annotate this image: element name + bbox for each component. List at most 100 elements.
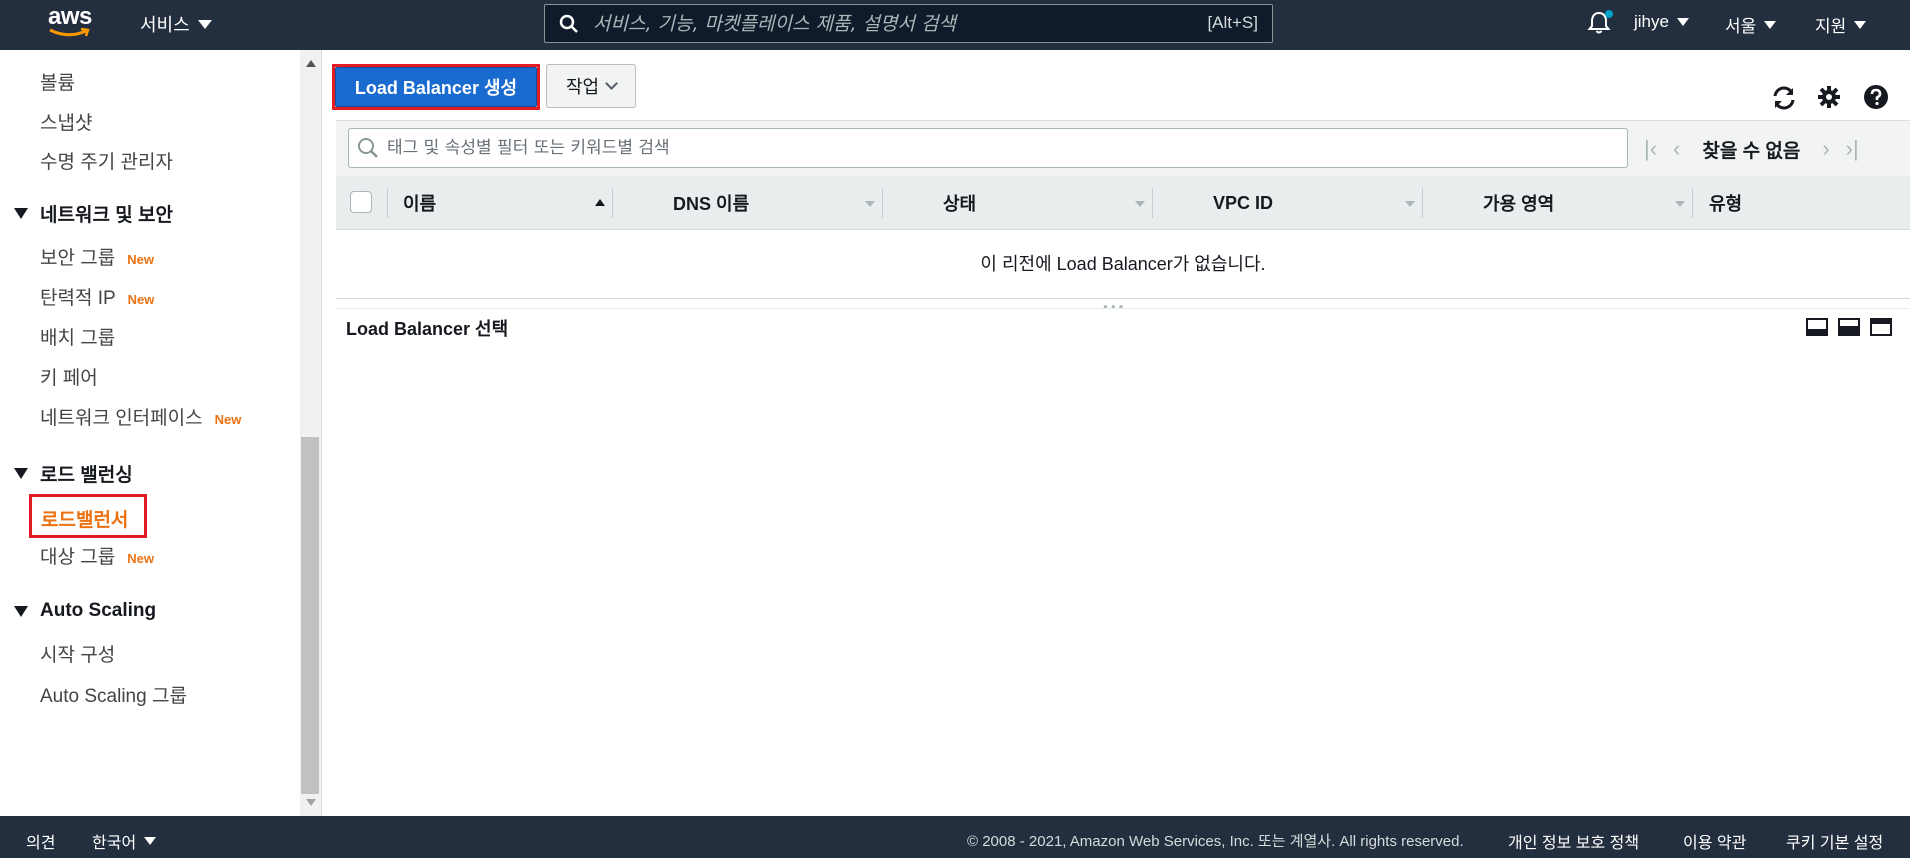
sidebar-item-snapshots[interactable]: 스냅샷 — [40, 108, 92, 135]
layout-bottom-icon[interactable] — [1806, 318, 1828, 336]
sidebar-item-launch-configurations[interactable]: 시작 구성 — [40, 640, 115, 667]
caret-down-icon — [1676, 18, 1689, 26]
sidebar-item-key-pairs[interactable]: 키 페어 — [40, 363, 98, 390]
search-icon — [358, 138, 378, 158]
scroll-thumb[interactable] — [301, 437, 319, 794]
layout-top-icon[interactable] — [1870, 318, 1892, 336]
actions-label: 작업 — [565, 77, 600, 97]
region-label: 서울 — [1725, 17, 1757, 36]
global-search-input[interactable] — [593, 12, 1173, 35]
language-label: 한국어 — [92, 835, 137, 852]
column-header-name[interactable]: 이름 — [403, 176, 603, 230]
aws-smile-icon — [49, 27, 90, 37]
sidebar-item-label: 대상 그룹 — [40, 547, 116, 568]
section-label: 네트워크 및 보안 — [40, 205, 173, 226]
refresh-icon[interactable] — [1770, 84, 1798, 112]
sidebar-item-volumes[interactable]: 볼륨 — [40, 68, 75, 95]
filter-search[interactable] — [348, 128, 1628, 168]
terms-link[interactable]: 이용 약관 — [1683, 829, 1746, 853]
caret-down-icon — [1764, 20, 1777, 29]
sidebar-item-label: 배치 그룹 — [40, 328, 116, 349]
prev-page-icon[interactable]: ‹ — [1673, 136, 1680, 162]
copyright-text: © 2008 - 2021, Amazon Web Services, Inc.… — [967, 833, 1464, 850]
footer: 의견 한국어 © 2008 - 2021, Amazon Web Service… — [0, 816, 1910, 858]
language-selector[interactable]: 한국어 — [92, 829, 157, 853]
new-badge: New — [127, 252, 154, 267]
column-header-dns[interactable]: DNS 이름 — [673, 176, 749, 230]
sidebar-scrollbar[interactable] — [300, 50, 322, 816]
sidebar-item-target-groups[interactable]: 대상 그룹 New — [40, 542, 154, 569]
sidebar-section-network[interactable]: 네트워크 및 보안 — [14, 200, 173, 227]
scroll-up-icon[interactable] — [306, 60, 316, 67]
resize-handle[interactable]: ●●● — [1103, 302, 1127, 311]
section-label: Auto Scaling — [40, 600, 157, 621]
caret-down-icon — [144, 837, 157, 845]
column-label: 이름 — [403, 194, 437, 214]
sidebar-section-load-balancing[interactable]: 로드 밸런싱 — [14, 460, 133, 487]
pagination: |‹ ‹ 찾을 수 없음 › ›| — [1636, 121, 1867, 177]
sidebar-item-elastic-ip[interactable]: 탄력적 IP New — [40, 283, 154, 310]
chevron-down-icon — [605, 77, 618, 90]
actions-button[interactable]: 작업 — [546, 64, 636, 108]
search-shortcut: [Alt+S] — [1207, 13, 1258, 32]
privacy-link[interactable]: 개인 정보 보호 정책 — [1508, 829, 1639, 853]
sort-icon — [865, 201, 875, 207]
divider — [336, 308, 1910, 309]
caret-down-icon — [1854, 20, 1867, 29]
filter-bar: |‹ ‹ 찾을 수 없음 › ›| — [336, 120, 1910, 176]
sidebar-item-placement-groups[interactable]: 배치 그룹 — [40, 323, 115, 350]
column-separator — [1152, 188, 1153, 218]
sidebar-item-auto-scaling-groups[interactable]: Auto Scaling 그룹 — [40, 681, 187, 708]
support-menu[interactable]: 지원 — [1815, 12, 1867, 37]
support-label: 지원 — [1815, 17, 1847, 36]
filter-input[interactable] — [387, 138, 1587, 158]
sidebar-item-label: 탄력적 IP — [40, 288, 116, 309]
sort-asc-icon — [595, 199, 605, 206]
sidebar-item-lifecycle-manager[interactable]: 수명 주기 관리자 — [40, 147, 173, 174]
aws-logo[interactable]: aws — [48, 5, 96, 43]
notifications-button[interactable] — [1586, 10, 1613, 41]
sidebar-item-load-balancers[interactable]: 로드밸런서 — [29, 494, 147, 538]
column-separator — [387, 188, 388, 218]
region-menu[interactable]: 서울 — [1725, 12, 1777, 37]
triangle-down-icon — [14, 208, 28, 219]
sidebar: 볼륨 스냅샷 수명 주기 관리자 네트워크 및 보안 보안 그룹 New 탄력적 … — [0, 50, 300, 816]
sort-icon — [1405, 201, 1415, 207]
global-search[interactable]: [Alt+S] — [544, 4, 1273, 43]
scroll-down-icon[interactable] — [306, 799, 316, 806]
last-page-icon[interactable]: ›| — [1846, 136, 1859, 162]
next-page-icon[interactable]: › — [1822, 136, 1829, 162]
sidebar-item-security-groups[interactable]: 보안 그룹 New — [40, 243, 154, 270]
new-badge: New — [214, 412, 242, 427]
services-label: 서비스 — [140, 15, 190, 35]
first-page-icon[interactable]: |‹ — [1644, 136, 1657, 162]
services-menu[interactable]: 서비스 — [140, 11, 212, 37]
pager-status: 찾을 수 없음 — [1702, 140, 1801, 162]
sidebar-item-network-interfaces[interactable]: 네트워크 인터페이스 New — [40, 403, 241, 430]
column-label: 유형 — [1709, 194, 1743, 214]
column-header-vpc-id[interactable]: VPC ID — [1213, 176, 1273, 230]
create-load-balancer-button[interactable]: Load Balancer 생성 — [335, 67, 537, 107]
layout-split-icon[interactable] — [1838, 318, 1860, 336]
sidebar-item-label: 보안 그룹 — [40, 248, 116, 269]
column-label: VPC ID — [1213, 192, 1274, 213]
new-badge: New — [127, 292, 155, 307]
column-header-state[interactable]: 상태 — [943, 176, 976, 230]
notification-dot — [1605, 10, 1613, 18]
main-content: Load Balancer 생성 작업 태그 및 속성별 필터 또는 키워드별 … — [323, 50, 1910, 816]
sidebar-item-label: 네트워크 인터페이스 — [40, 408, 203, 429]
gear-icon[interactable] — [1816, 84, 1842, 110]
top-nav: aws 서비스 [Alt+S] jihye 서울 지원 — [0, 0, 1910, 50]
sidebar-section-auto-scaling[interactable]: Auto Scaling — [14, 600, 156, 622]
sort-icon — [1135, 201, 1145, 207]
aws-logo-text: aws — [48, 3, 92, 30]
user-menu[interactable]: jihye — [1634, 12, 1689, 32]
cookie-preferences-link[interactable]: 쿠키 기본 설정 — [1786, 829, 1883, 853]
help-icon[interactable] — [1863, 84, 1889, 110]
column-header-type[interactable]: 유형 — [1709, 176, 1742, 230]
column-header-availability-zones[interactable]: 가용 영역 — [1483, 176, 1554, 230]
column-label: 가용 영역 — [1483, 194, 1555, 214]
feedback-link[interactable]: 의견 — [26, 829, 55, 853]
triangle-down-icon — [14, 468, 28, 479]
select-all-checkbox[interactable] — [350, 191, 372, 213]
